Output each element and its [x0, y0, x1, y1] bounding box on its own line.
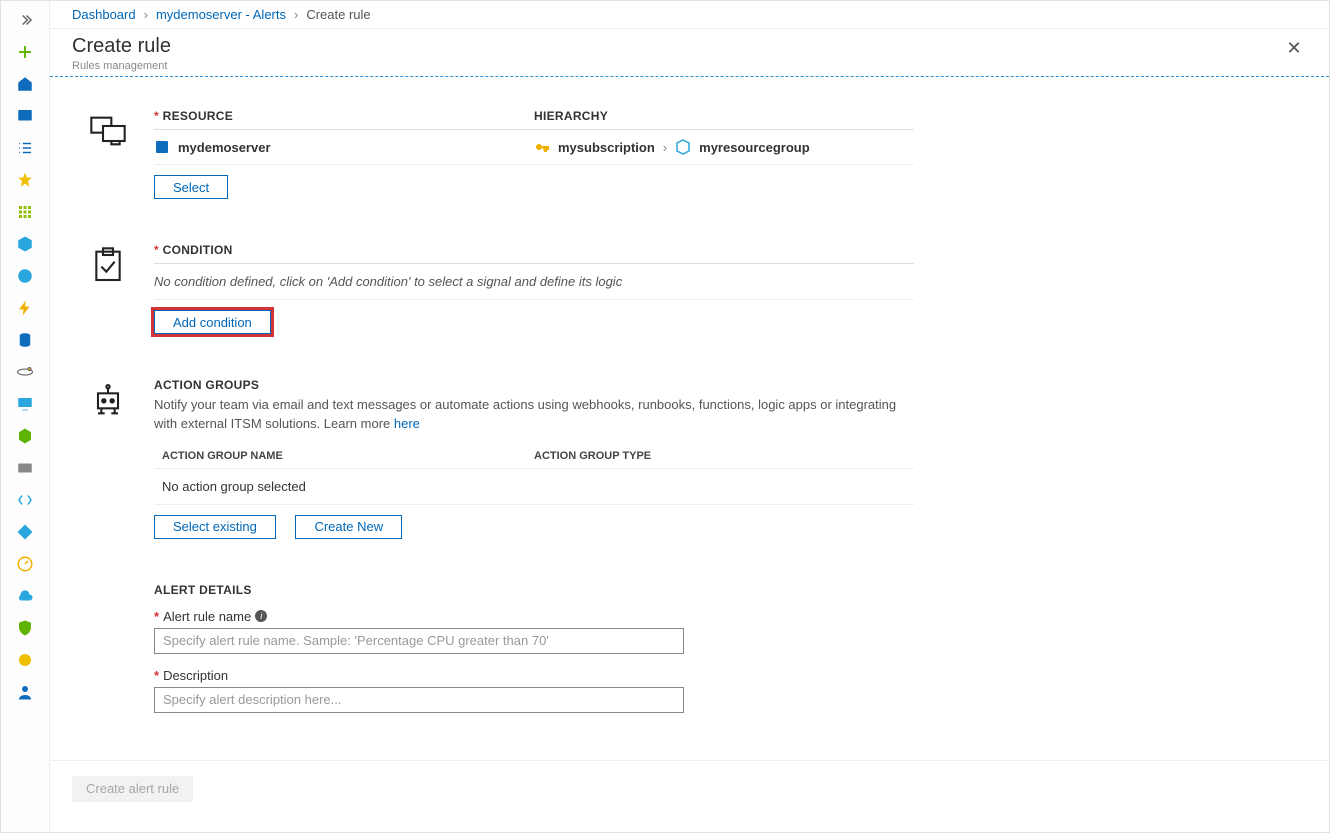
shield-green-icon[interactable] — [7, 615, 43, 641]
monitor-icon[interactable] — [7, 391, 43, 417]
card-icon[interactable] — [7, 455, 43, 481]
action-groups-heading: ACTION GROUPS — [154, 378, 914, 396]
breadcrumb: Dashboard › mydemoserver - Alerts › Crea… — [50, 1, 1329, 29]
circle-yellow-icon[interactable] — [7, 647, 43, 673]
clipboard-check-icon — [86, 243, 130, 285]
learn-more-link[interactable]: here — [394, 416, 420, 431]
hex-icon[interactable] — [7, 423, 43, 449]
left-nav-rail — [1, 1, 50, 832]
dashboard-icon[interactable] — [7, 103, 43, 129]
action-group-none: No action group selected — [154, 469, 914, 505]
diamond-icon[interactable] — [7, 519, 43, 545]
monitors-icon — [86, 109, 130, 151]
bolt-icon[interactable] — [7, 295, 43, 321]
alert-description-label: Description — [163, 668, 228, 683]
breadcrumb-current: Create rule — [306, 7, 370, 22]
create-alert-rule-button[interactable]: Create alert rule — [72, 776, 193, 802]
action-group-type-header: ACTION GROUP TYPE — [534, 450, 906, 462]
orbit-icon[interactable] — [7, 359, 43, 385]
hierarchy-heading: HIERARCHY — [534, 109, 914, 130]
select-existing-button[interactable]: Select existing — [154, 515, 276, 539]
cloud-icon[interactable] — [7, 583, 43, 609]
hierarchy-subscription: mysubscription — [558, 140, 655, 155]
add-condition-button[interactable]: Add condition — [154, 310, 271, 334]
server-icon — [154, 139, 170, 155]
page-title: Create rule — [72, 35, 171, 58]
sql-icon[interactable] — [7, 327, 43, 353]
chevron-right-icon: › — [144, 7, 148, 22]
cube-icon[interactable] — [7, 231, 43, 257]
person-icon[interactable] — [7, 679, 43, 705]
brackets-icon[interactable] — [7, 487, 43, 513]
create-new-button[interactable]: Create New — [295, 515, 402, 539]
alert-rule-name-input[interactable] — [154, 628, 684, 654]
chevron-right-icon: › — [294, 7, 298, 22]
breadcrumb-dashboard[interactable]: Dashboard — [72, 7, 136, 22]
gauge-icon[interactable] — [7, 551, 43, 577]
resource-heading: RESOURCE — [154, 109, 534, 130]
star-icon[interactable] — [7, 167, 43, 193]
alert-details-heading: ALERT DETAILS — [154, 583, 834, 601]
list-icon[interactable] — [7, 135, 43, 161]
action-group-name-header: ACTION GROUP NAME — [162, 450, 534, 462]
expand-rail-icon[interactable] — [7, 7, 43, 33]
condition-heading: CONDITION — [154, 243, 914, 264]
resource-value: mydemoserver — [178, 140, 271, 155]
robot-icon — [86, 378, 130, 420]
info-icon[interactable]: i — [255, 610, 267, 622]
page-subtitle: Rules management — [72, 60, 171, 72]
select-resource-button[interactable]: Select — [154, 175, 228, 199]
condition-empty-text: No condition defined, click on 'Add cond… — [154, 264, 914, 300]
resourcegroup-icon — [675, 139, 691, 155]
globe-icon[interactable] — [7, 263, 43, 289]
add-icon[interactable] — [7, 39, 43, 65]
alert-rule-name-label: Alert rule name — [163, 609, 251, 624]
breadcrumb-alerts[interactable]: mydemoserver - Alerts — [156, 7, 286, 22]
key-icon — [534, 139, 550, 155]
footer-bar: Create alert rule — [50, 760, 1329, 816]
action-groups-description: Notify your team via email and text mess… — [154, 396, 914, 444]
home-icon[interactable] — [7, 71, 43, 97]
chevron-right-icon: › — [663, 140, 667, 155]
hierarchy-resourcegroup: myresourcegroup — [699, 140, 810, 155]
horizontal-scrollbar[interactable] — [50, 816, 1329, 832]
close-icon[interactable]: ✕ — [1281, 35, 1307, 61]
grid-icon[interactable] — [7, 199, 43, 225]
alert-description-input[interactable] — [154, 687, 684, 713]
